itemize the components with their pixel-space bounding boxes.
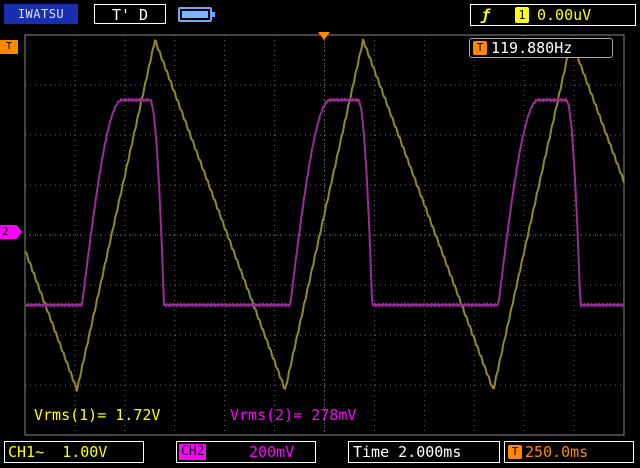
trigger-delay-value: 250.0ms [525,443,589,461]
ch2-scale-box[interactable]: CH2 200mV [176,441,316,463]
trigger-level-marker[interactable]: T [0,40,18,54]
ch2-label: CH2 [179,444,207,460]
graticule [24,34,625,436]
frequency-readout: T 119.880Hz [469,38,613,58]
trigger-position-marker[interactable] [318,32,330,40]
waveform-display [24,34,625,436]
timebase-value: 2.000ms [398,443,462,461]
timebase-label: Time [353,443,390,461]
timebase-box[interactable]: Time 2.000ms [348,441,500,463]
measurement-ch1: Vrms(1)= 1.72V [34,406,161,424]
ch1-label: CH1~ [8,443,45,461]
ch1-scale: 1.00V [62,443,108,461]
trigger-icon: T [473,41,487,55]
frequency-value: 119.880Hz [491,39,573,57]
ch1-waveform [24,38,625,392]
trigger-delay-icon: T [508,445,522,459]
ch2-scale: 200mV [249,443,295,461]
ch1-scale-box[interactable]: CH1~ 1.00V [4,441,144,463]
measurement-ch2: Vrms(2)= 278mV [230,406,357,424]
trigger-delay-box[interactable]: T 250.0ms [504,441,634,463]
